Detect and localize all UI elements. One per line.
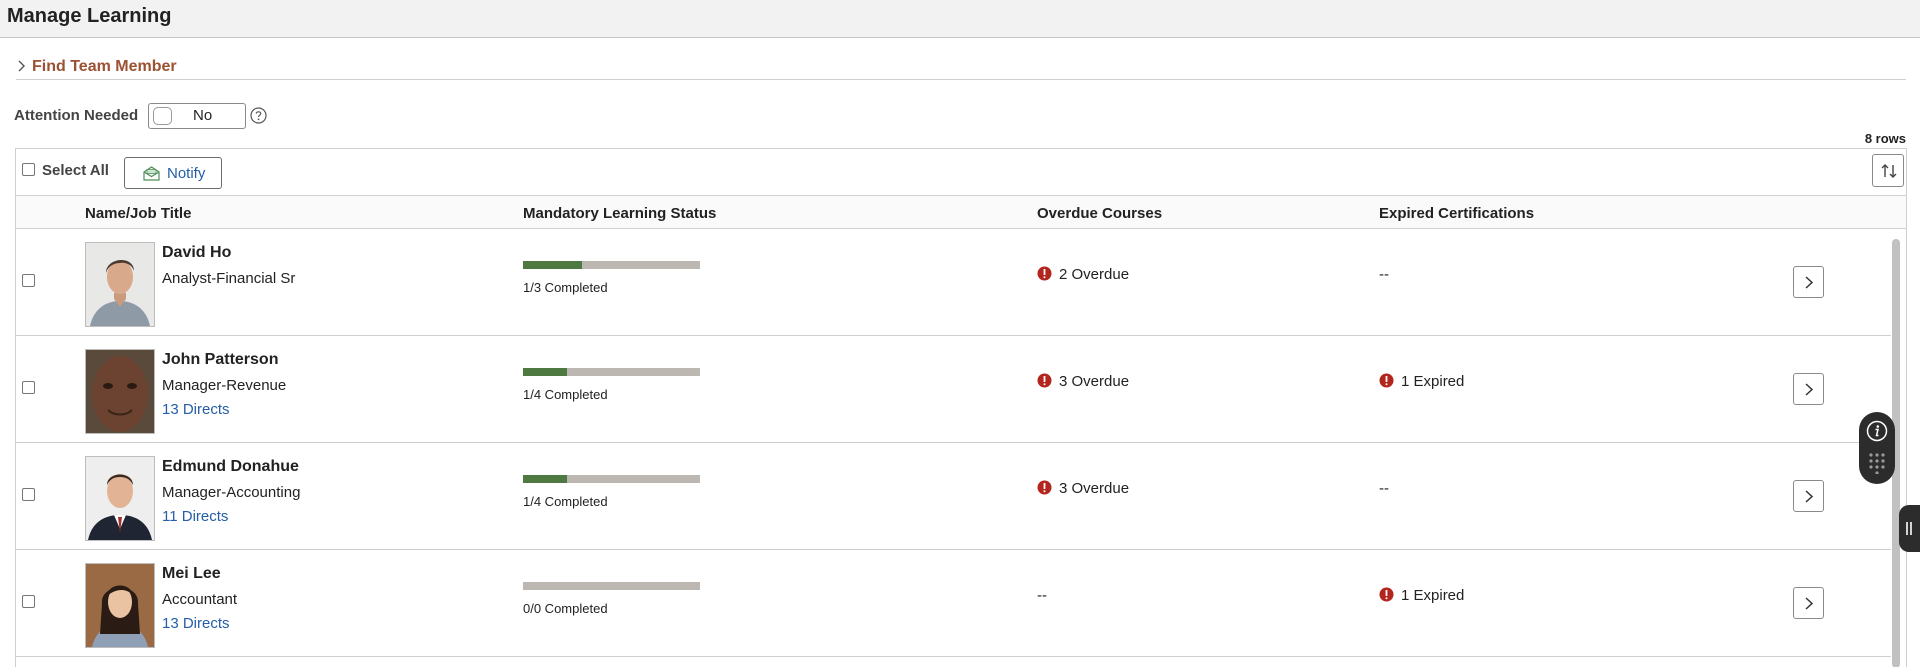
expired-cell: --: [1379, 480, 1389, 497]
sort-icon: [1881, 164, 1897, 178]
row-detail-button[interactable]: [1793, 587, 1824, 619]
employee-job-title: Analyst-Financial Sr: [162, 270, 296, 287]
avatar: [85, 456, 155, 541]
page-title: Manage Learning: [7, 5, 172, 27]
select-all-label: Select All: [42, 162, 109, 179]
avatar: [85, 563, 155, 648]
progress-text: 1/4 Completed: [523, 494, 608, 509]
find-team-member-link[interactable]: Find Team Member: [32, 58, 177, 76]
overdue-text: 2 Overdue: [1059, 266, 1130, 283]
chevron-right-icon: [1805, 597, 1814, 610]
column-header-status: Mandatory Learning Status: [523, 205, 717, 222]
row-checkbox[interactable]: [22, 595, 35, 608]
progress-text: 1/3 Completed: [523, 280, 608, 295]
column-header-expired: Expired Certifications: [1379, 205, 1535, 222]
employee-name: Mei Lee: [162, 565, 221, 582]
expired-text: 1 Expired: [1401, 373, 1465, 390]
page-header: Manage Learning: [0, 0, 1920, 38]
progress-text: 1/4 Completed: [523, 387, 608, 402]
employee-name: Edmund Donahue: [162, 458, 299, 475]
progress-bar: [523, 475, 700, 483]
overdue-cell: --: [1037, 587, 1047, 604]
avatar: [85, 349, 155, 434]
table-row: David Ho Analyst-Financial Sr 1/3 Comple…: [16, 229, 1891, 336]
attention-needed-label: Attention Needed: [14, 107, 139, 124]
expired-cell: --: [1379, 266, 1389, 283]
progress-bar: [523, 368, 700, 376]
toggle-knob: [153, 107, 172, 125]
overdue-text: 3 Overdue: [1059, 373, 1130, 390]
progress-text: 0/0 Completed: [523, 601, 608, 616]
notify-label: Notify: [167, 165, 206, 182]
row-detail-button[interactable]: [1793, 373, 1824, 405]
avatar: [85, 242, 155, 327]
directs-link[interactable]: 11 Directs: [162, 508, 228, 525]
overdue-cell: 3 Overdue: [1037, 480, 1129, 497]
progress-bar: [523, 582, 700, 590]
sort-button[interactable]: [1872, 154, 1904, 187]
attention-needed-toggle[interactable]: No: [148, 103, 246, 129]
help-icon[interactable]: [250, 107, 267, 124]
row-checkbox[interactable]: [22, 488, 35, 501]
overdue-cell: 2 Overdue: [1037, 266, 1129, 283]
drag-handle-icon: [1906, 522, 1912, 535]
expired-text: --: [1379, 480, 1389, 497]
chevron-right-icon: [1805, 383, 1814, 396]
overdue-text: 3 Overdue: [1059, 480, 1130, 497]
employee-name: John Patterson: [162, 351, 279, 368]
notify-button[interactable]: Notify: [124, 157, 222, 189]
envelope-icon: [143, 166, 160, 181]
employee-name: David Ho: [162, 244, 232, 261]
find-team-member-section[interactable]: Find Team Member: [16, 56, 1906, 80]
side-panel-tab[interactable]: [1899, 505, 1920, 552]
team-learning-grid: Select All Notify Name/Job Title Mandato…: [15, 148, 1907, 667]
progress-fill: [523, 475, 568, 483]
employee-job-title: Accountant: [162, 591, 238, 608]
chevron-right-icon: [1805, 490, 1814, 503]
employee-job-title: Manager-Revenue: [162, 377, 287, 394]
grid-rows: David Ho Analyst-Financial Sr 1/3 Comple…: [16, 229, 1891, 657]
expired-text: --: [1379, 266, 1389, 283]
row-detail-button[interactable]: [1793, 266, 1824, 298]
progress-bar: [523, 261, 700, 269]
table-row: Mei Lee Accountant 13 Directs 0/0 Comple…: [16, 550, 1891, 657]
employee-job-title: Manager-Accounting: [162, 484, 301, 501]
error-icon: [1379, 587, 1394, 602]
select-all-checkbox[interactable]: [22, 163, 35, 176]
table-row: John Patterson Manager-Revenue 13 Direct…: [16, 336, 1891, 443]
overdue-text: --: [1037, 587, 1047, 604]
error-icon: [1037, 373, 1052, 388]
error-icon: [1037, 480, 1052, 495]
row-count: 8 rows: [1864, 131, 1906, 146]
info-icon[interactable]: [1866, 420, 1888, 442]
expired-text: 1 Expired: [1401, 587, 1465, 604]
progress-fill: [523, 261, 582, 269]
toggle-value: No: [193, 107, 213, 124]
expired-cell: 1 Expired: [1379, 587, 1464, 604]
column-header-name: Name/Job Title: [85, 205, 192, 222]
floating-action-panel: [1859, 412, 1895, 484]
row-checkbox[interactable]: [22, 381, 35, 394]
column-header-overdue: Overdue Courses: [1037, 205, 1163, 222]
directs-link[interactable]: 13 Directs: [162, 401, 230, 418]
directs-link[interactable]: 13 Directs: [162, 615, 230, 632]
chevron-right-icon: [18, 60, 25, 72]
row-detail-button[interactable]: [1793, 480, 1824, 512]
overdue-cell: 3 Overdue: [1037, 373, 1129, 390]
chevron-right-icon: [1805, 276, 1814, 289]
error-icon: [1379, 373, 1394, 388]
table-row: Edmund Donahue Manager-Accounting 11 Dir…: [16, 443, 1891, 550]
column-header-row: Name/Job Title Mandatory Learning Status…: [16, 196, 1906, 229]
grid-dots-icon[interactable]: [1867, 452, 1887, 474]
error-icon: [1037, 266, 1052, 281]
row-checkbox[interactable]: [22, 274, 35, 287]
grid-toolbar: Select All Notify: [16, 149, 1906, 196]
progress-fill: [523, 368, 568, 376]
expired-cell: 1 Expired: [1379, 373, 1464, 390]
